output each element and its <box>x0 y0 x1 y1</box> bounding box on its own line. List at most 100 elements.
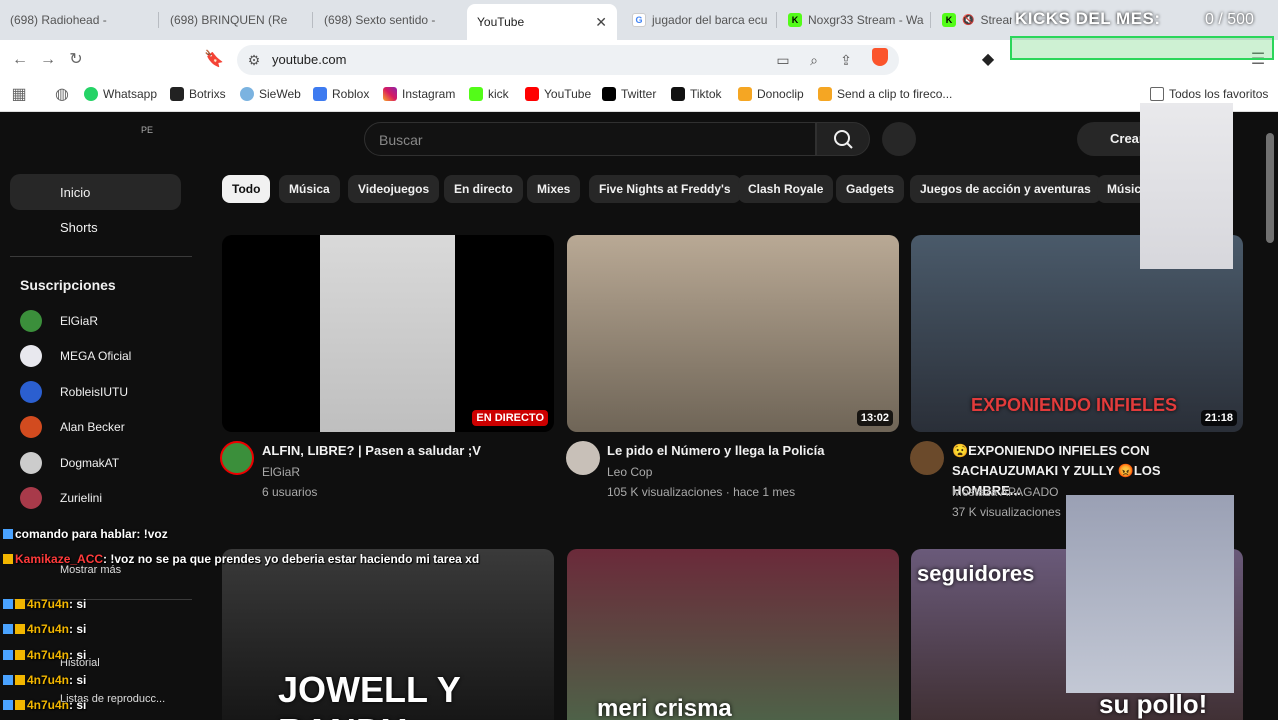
duration-badge: 21:18 <box>1200 410 1237 426</box>
bookmark-send-clip[interactable]: Send a clip to fireco... <box>818 87 952 101</box>
chat-message: 4n7u4n: si <box>3 648 86 662</box>
chat-message: 4n7u4n: si <box>3 597 86 611</box>
video-thumbnail[interactable]: EN DIRECTO <box>222 235 554 432</box>
dancing-frog-overlay-image <box>1066 495 1234 693</box>
forward-icon[interactable]: → <box>38 50 58 70</box>
channel-avatar[interactable] <box>910 441 944 475</box>
video-thumbnail[interactable]: 13:02 <box>567 235 899 432</box>
channel-avatar[interactable] <box>220 441 254 475</box>
bookmark-instagram[interactable]: Instagram <box>383 87 455 101</box>
share-icon[interactable]: ⇪ <box>837 51 855 69</box>
chat-message: 4n7u4n: si <box>3 698 86 712</box>
youtube-icon <box>525 87 539 101</box>
search-button[interactable] <box>816 122 870 156</box>
globe-icon[interactable]: ◍ <box>52 85 72 105</box>
chat-message: comando para hablar: !voz <box>3 527 168 541</box>
chip-action-games[interactable]: Juegos de acción y aventuras <box>910 175 1101 203</box>
search-icon <box>834 130 853 149</box>
thumbnail-text: seguidores <box>917 561 1035 586</box>
sidebar-item-shorts[interactable]: Shorts <box>10 209 181 245</box>
thumbnail-text: su pollo! <box>1099 689 1208 719</box>
badge-icon <box>3 554 13 564</box>
channel-name[interactable]: Mostaza APAGADO <box>952 485 1058 499</box>
badge-icon <box>3 675 13 685</box>
avatar <box>20 452 42 474</box>
botrix-icon <box>170 87 184 101</box>
bookmarks-bar: ▦ ◍ Whatsapp Botrixs SieWeb Roblox Insta… <box>0 80 1278 112</box>
cast-icon[interactable]: ▭ <box>774 51 792 69</box>
badge-icon <box>3 624 13 634</box>
badge-icon <box>15 624 25 634</box>
bookmark-kick[interactable]: kick <box>469 87 509 101</box>
extension-icon[interactable]: ◆ <box>978 50 998 70</box>
video-meta: 6 usuarios <box>262 485 318 499</box>
badge-icon <box>3 700 13 710</box>
bookmark-icon[interactable]: 🔖 <box>204 50 224 70</box>
browser-tab[interactable]: ▶ (698) BRINQUEN (Re <box>160 6 308 34</box>
chip-videogames[interactable]: Videojuegos <box>348 175 440 203</box>
bookmark-botrixs[interactable]: Botrixs <box>170 87 226 101</box>
chip-fnaf[interactable]: Five Nights at Freddy's <box>589 175 741 203</box>
brave-shields-icon[interactable] <box>872 48 888 66</box>
cat-overlay-image <box>1140 103 1233 269</box>
kick-icon: K <box>788 13 802 27</box>
whatsapp-icon <box>84 87 98 101</box>
apps-grid-icon[interactable]: ▦ <box>9 85 29 105</box>
all-bookmarks[interactable]: Todos los favoritos <box>1150 87 1268 101</box>
roblox-icon <box>313 87 327 101</box>
badge-icon <box>3 650 13 660</box>
bookmark-whatsapp[interactable]: Whatsapp <box>84 87 157 101</box>
video-title[interactable]: ALFIN, LIBRE? | Pasen a saludar ;V <box>262 441 542 461</box>
chip-music[interactable]: Música <box>279 175 340 203</box>
bookmark-youtube[interactable]: YouTube <box>525 87 591 101</box>
video-thumbnail[interactable]: JOWELL Y RANDY <box>222 549 554 720</box>
url-text: youtube.com <box>272 52 347 67</box>
chip-mixes[interactable]: Mixes <box>527 175 581 203</box>
badge-icon <box>15 650 25 660</box>
reload-icon[interactable]: ↻ <box>66 50 86 70</box>
folder-icon <box>1150 87 1164 101</box>
instagram-icon <box>383 87 397 101</box>
thumbnail-image <box>320 235 455 432</box>
browser-tab[interactable]: K 🔇 Stream <box>932 6 1012 34</box>
browser-tab[interactable]: K Noxgr33 Stream - Wa <box>778 6 928 34</box>
chip-gadgets[interactable]: Gadgets <box>836 175 905 203</box>
chat-message: 4n7u4n: si <box>3 622 86 636</box>
video-thumbnail[interactable]: meri crisma <box>567 549 899 720</box>
chat-message: Kamikaze_ACC: !voz no se pa que prendes … <box>3 552 479 566</box>
close-tab-icon[interactable]: ✕ <box>595 14 607 31</box>
channel-avatar[interactable] <box>566 441 600 475</box>
kicks-goal-count: 0 / 500 <box>1205 11 1254 28</box>
badge-icon <box>3 529 13 539</box>
bookmark-roblox[interactable]: Roblox <box>313 87 369 101</box>
bookmark-twitter[interactable]: Twitter <box>602 87 656 101</box>
avatar <box>20 487 42 509</box>
video-title[interactable]: Le pido el Número y llega la Policía <box>607 441 887 461</box>
chip-live[interactable]: En directo <box>444 175 523 203</box>
site-info-icon[interactable]: ⚙ <box>245 51 263 69</box>
channel-name[interactable]: Leo Cop <box>607 465 652 479</box>
kick-icon: K <box>942 13 956 27</box>
kicks-goal-title: KICKS DEL MES: <box>1015 9 1161 28</box>
search-input[interactable]: Buscar <box>364 122 816 156</box>
browser-tab-active[interactable]: ▶ YouTube ✕ <box>467 4 617 40</box>
bookmark-sieweb[interactable]: SieWeb <box>240 87 301 101</box>
voice-search-button[interactable] <box>882 122 916 156</box>
back-icon[interactable]: ← <box>10 50 30 70</box>
badge-icon <box>15 675 25 685</box>
page-scrollbar[interactable] <box>1266 133 1274 243</box>
chip-clash-royale[interactable]: Clash Royale <box>738 175 834 203</box>
zoom-icon[interactable]: ⌕ <box>805 51 823 69</box>
browser-tab[interactable]: ▶ (698) Sexto sentido - <box>314 6 462 34</box>
browser-tab[interactable]: G jugador del barca ecu <box>622 6 774 34</box>
tab-divider <box>930 12 931 28</box>
subscriptions-heading: Suscripciones <box>20 277 116 293</box>
bookmark-donoclip[interactable]: Donoclip <box>738 87 804 101</box>
sidebar-divider <box>10 256 192 257</box>
sidebar-item-home[interactable]: Inicio <box>10 174 181 210</box>
browser-tab[interactable]: ▶ (698) Radiohead - <box>0 6 158 34</box>
bookmark-tiktok[interactable]: Tiktok <box>671 87 722 101</box>
url-bar[interactable]: ⚙ youtube.com ▭ ⌕ ⇪ <box>237 45 899 75</box>
chip-all[interactable]: Todo <box>222 175 271 203</box>
channel-name[interactable]: ElGiaR <box>262 465 300 479</box>
